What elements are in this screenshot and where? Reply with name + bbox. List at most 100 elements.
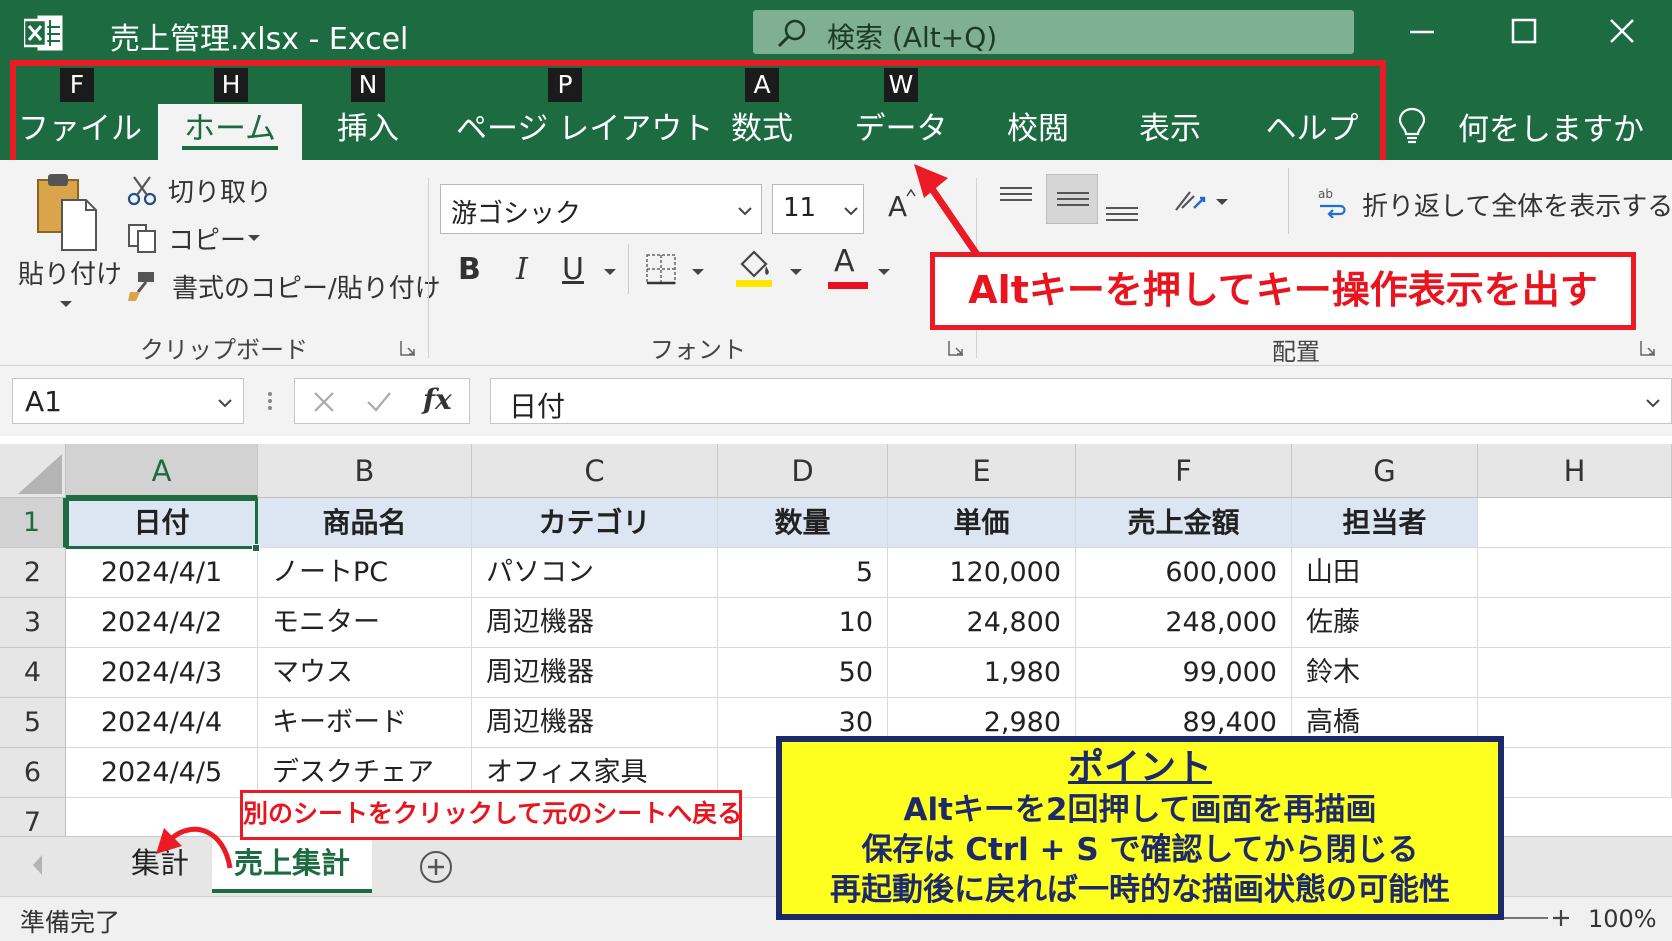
- table-cell[interactable]: マウス: [258, 648, 472, 698]
- column-header-c[interactable]: C: [472, 444, 718, 498]
- formula-input[interactable]: 日付: [490, 378, 1672, 424]
- font-color-button[interactable]: A: [828, 244, 898, 294]
- table-cell[interactable]: 99,000: [1076, 648, 1292, 698]
- format-painter-button[interactable]: 書式のコピー/貼り付け: [126, 266, 441, 306]
- table-cell[interactable]: 周辺機器: [472, 648, 718, 698]
- row-header[interactable]: 5: [0, 698, 66, 748]
- paste-label: 貼り付け: [18, 260, 123, 290]
- column-header-b[interactable]: B: [258, 444, 472, 498]
- dialog-launcher-icon[interactable]: [1640, 340, 1656, 356]
- copy-button[interactable]: コピー: [126, 218, 286, 258]
- table-cell[interactable]: 周辺機器: [472, 598, 718, 648]
- row-header[interactable]: 2: [0, 548, 66, 598]
- row-header[interactable]: 7: [0, 798, 66, 836]
- dialog-launcher-icon[interactable]: [400, 340, 416, 356]
- italic-button[interactable]: I: [506, 248, 542, 292]
- close-icon[interactable]: [1592, 8, 1652, 56]
- column-header-h[interactable]: H: [1478, 444, 1672, 498]
- confirm-check-icon[interactable]: [365, 389, 393, 415]
- dialog-launcher-icon[interactable]: [948, 340, 964, 356]
- cancel-x-icon[interactable]: [311, 389, 337, 415]
- table-cell[interactable]: 1,980: [888, 648, 1076, 698]
- row-header[interactable]: 1: [0, 498, 66, 548]
- search-box[interactable]: 検索 (Alt+Q): [753, 10, 1354, 54]
- cut-button[interactable]: 切り取り: [126, 170, 416, 210]
- align-top-icon[interactable]: [996, 182, 1036, 218]
- table-cell[interactable]: 5: [718, 548, 888, 598]
- sheet-tab-sales-summary[interactable]: 売上集計: [212, 837, 372, 893]
- font-size-value: 11: [783, 193, 817, 223]
- table-cell[interactable]: 山田: [1292, 548, 1478, 598]
- row-header[interactable]: 3: [0, 598, 66, 648]
- fill-color-button[interactable]: [734, 244, 810, 294]
- underline-button[interactable]: U: [558, 248, 624, 292]
- table-cell[interactable]: 248,000: [1076, 598, 1292, 648]
- bold-button[interactable]: B: [452, 248, 488, 292]
- table-cell[interactable]: 600,000: [1076, 548, 1292, 598]
- name-box[interactable]: A1: [12, 378, 244, 424]
- borders-button[interactable]: [644, 248, 710, 292]
- empty-cell[interactable]: [1478, 748, 1672, 798]
- header-cell[interactable]: 単価: [888, 498, 1076, 548]
- empty-cell[interactable]: [1478, 598, 1672, 648]
- minimize-icon[interactable]: [1392, 8, 1452, 56]
- column-header-a[interactable]: A: [66, 444, 258, 498]
- paste-button[interactable]: 貼り付け: [18, 170, 122, 320]
- zoom-slider[interactable]: [1498, 917, 1548, 919]
- align-bottom-icon[interactable]: [1102, 190, 1142, 226]
- header-cell[interactable]: 売上金額: [1076, 498, 1292, 548]
- zoom-in-icon[interactable]: [1550, 907, 1572, 929]
- column-header-e[interactable]: E: [888, 444, 1076, 498]
- formula-bar-grip-icon[interactable]: [262, 386, 278, 416]
- align-middle-button[interactable]: [1046, 174, 1098, 224]
- wrap-text-button[interactable]: ab 折り返して全体を表示する: [1316, 182, 1672, 226]
- table-cell[interactable]: 2024/4/2: [66, 598, 258, 648]
- group-separator: [428, 178, 429, 358]
- column-header-d[interactable]: D: [718, 444, 888, 498]
- header-cell[interactable]: 商品名: [258, 498, 472, 548]
- table-cell[interactable]: 10: [718, 598, 888, 648]
- table-cell[interactable]: 2024/4/1: [66, 548, 258, 598]
- scroll-left-icon[interactable]: [30, 853, 46, 877]
- table-cell[interactable]: 2024/4/3: [66, 648, 258, 698]
- format-painter-label: 書式のコピー/貼り付け: [172, 274, 441, 304]
- empty-cell[interactable]: [1478, 698, 1672, 748]
- scissors-icon: [127, 176, 157, 206]
- maximize-icon[interactable]: [1494, 8, 1554, 56]
- table-cell[interactable]: 24,800: [888, 598, 1076, 648]
- table-cell[interactable]: ノートPC: [258, 548, 472, 598]
- table-cell[interactable]: 2024/4/4: [66, 698, 258, 748]
- table-cell[interactable]: 鈴木: [1292, 648, 1478, 698]
- add-sheet-icon[interactable]: [418, 849, 454, 885]
- table-cell[interactable]: 50: [718, 648, 888, 698]
- empty-cell[interactable]: [1478, 548, 1672, 598]
- callout-arrow-icon: [914, 164, 981, 258]
- empty-cell[interactable]: [1478, 648, 1672, 698]
- row-header[interactable]: 6: [0, 748, 66, 798]
- tell-me-label: 何をしますか: [1458, 112, 1644, 148]
- fill-handle[interactable]: [252, 544, 260, 552]
- table-cell[interactable]: キーボード: [258, 698, 472, 748]
- zoom-level[interactable]: 100%: [1588, 905, 1657, 933]
- header-cell[interactable]: 数量: [718, 498, 888, 548]
- font-name-value: 游ゴシック: [451, 199, 582, 229]
- table-cell[interactable]: 120,000: [888, 548, 1076, 598]
- row-header[interactable]: 4: [0, 648, 66, 698]
- header-cell[interactable]: 担当者: [1292, 498, 1478, 548]
- point-line: 再起動後に戻れば一時的な描画状態の可能性: [830, 872, 1450, 908]
- header-cell[interactable]: カテゴリ: [472, 498, 718, 548]
- table-cell[interactable]: 2024/4/5: [66, 748, 258, 798]
- table-cell[interactable]: モニター: [258, 598, 472, 648]
- wrap-text-label: 折り返して全体を表示する: [1362, 192, 1672, 222]
- insert-function-button[interactable]: fx: [423, 383, 452, 416]
- table-cell[interactable]: パソコン: [472, 548, 718, 598]
- column-header-g[interactable]: G: [1292, 444, 1478, 498]
- orientation-button[interactable]: [1170, 184, 1242, 224]
- table-cell[interactable]: 佐藤: [1292, 598, 1478, 648]
- select-all-button[interactable]: [0, 444, 66, 498]
- table-cell[interactable]: 周辺機器: [472, 698, 718, 748]
- column-header-f[interactable]: F: [1076, 444, 1292, 498]
- empty-cell[interactable]: [1478, 498, 1672, 548]
- font-size-select[interactable]: 11: [772, 184, 864, 234]
- font-name-select[interactable]: 游ゴシック: [440, 184, 762, 234]
